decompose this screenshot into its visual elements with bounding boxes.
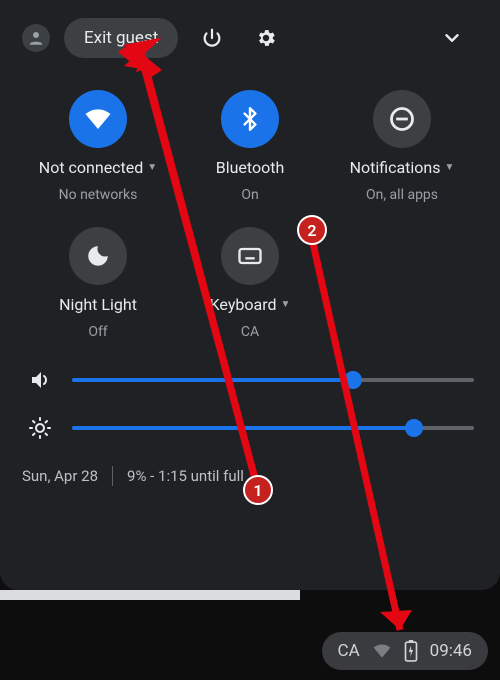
tray-clock: 09:46 — [430, 641, 472, 661]
collapse-button[interactable] — [432, 18, 472, 58]
volume-slider[interactable] — [72, 378, 474, 382]
bluetooth-title-row[interactable]: Bluetooth — [216, 158, 285, 177]
caret-down-icon: ▼ — [445, 162, 455, 173]
toggle-keyboard: Keyboard ▼ CA — [174, 227, 326, 340]
guest-avatar[interactable] — [22, 24, 50, 52]
moon-icon — [85, 243, 111, 269]
do-not-disturb-icon — [388, 105, 416, 133]
night-light-title-row[interactable]: Night Light — [59, 295, 137, 314]
keyboard-toggle-button[interactable] — [221, 227, 279, 285]
tray-ime-indicator: CA — [338, 641, 360, 661]
wifi-toggle-button[interactable] — [69, 90, 127, 148]
wifi-icon — [83, 104, 113, 134]
toggle-bluetooth: Bluetooth On — [174, 90, 326, 203]
toggle-grid: Not connected ▼ No networks Bluetooth On — [22, 90, 478, 340]
volume-slider-row — [26, 368, 474, 392]
bluetooth-subtitle: On — [241, 187, 258, 203]
keyboard-title-row[interactable]: Keyboard ▼ — [210, 295, 291, 314]
status-separator — [112, 466, 113, 486]
battery-charging-icon — [404, 640, 418, 662]
notifications-toggle-button[interactable] — [373, 90, 431, 148]
status-date: Sun, Apr 28 — [22, 467, 98, 485]
bluetooth-title: Bluetooth — [216, 158, 285, 177]
status-battery: 9% - 1:15 until full — [127, 467, 244, 485]
notifications-title: Notifications — [350, 158, 441, 177]
caret-down-icon: ▼ — [281, 299, 291, 310]
toggle-night-light: Night Light Off — [22, 227, 174, 340]
shelf-fragment — [0, 590, 300, 600]
brightness-slider[interactable] — [72, 426, 474, 430]
toggle-wifi: Not connected ▼ No networks — [22, 90, 174, 203]
wifi-title: Not connected — [39, 158, 144, 177]
keyboard-subtitle: CA — [241, 324, 259, 340]
toggle-notifications: Notifications ▼ On, all apps — [326, 90, 478, 203]
bluetooth-toggle-button[interactable] — [221, 90, 279, 148]
notifications-title-row[interactable]: Notifications ▼ — [350, 158, 455, 177]
notifications-subtitle: On, all apps — [366, 187, 438, 203]
brightness-slider-row — [26, 416, 474, 440]
panel-header: Exit guest — [22, 18, 478, 58]
brightness-thumb[interactable] — [405, 419, 423, 437]
volume-icon — [26, 368, 54, 392]
brightness-icon — [26, 416, 54, 440]
quick-settings-panel: Exit guest — [0, 0, 500, 590]
sliders-section — [22, 368, 478, 440]
night-light-title: Night Light — [59, 295, 137, 314]
power-icon — [201, 27, 223, 49]
night-light-toggle-button[interactable] — [69, 227, 127, 285]
status-line: Sun, Apr 28 9% - 1:15 until full — [22, 466, 478, 486]
bluetooth-icon — [237, 106, 263, 132]
volume-thumb[interactable] — [344, 371, 362, 389]
caret-down-icon: ▼ — [147, 162, 157, 173]
settings-button[interactable] — [246, 18, 286, 58]
wifi-title-row[interactable]: Not connected ▼ — [39, 158, 157, 177]
night-light-subtitle: Off — [88, 324, 107, 340]
system-tray[interactable]: CA 09:46 — [322, 632, 489, 670]
person-icon — [27, 29, 45, 47]
keyboard-icon — [236, 242, 264, 270]
power-button[interactable] — [192, 18, 232, 58]
wifi-subtitle: No networks — [59, 187, 138, 203]
exit-guest-button[interactable]: Exit guest — [64, 18, 178, 58]
chevron-down-icon — [441, 27, 463, 49]
gear-icon — [255, 27, 277, 49]
keyboard-title: Keyboard — [210, 295, 277, 314]
wifi-off-icon — [372, 641, 392, 661]
